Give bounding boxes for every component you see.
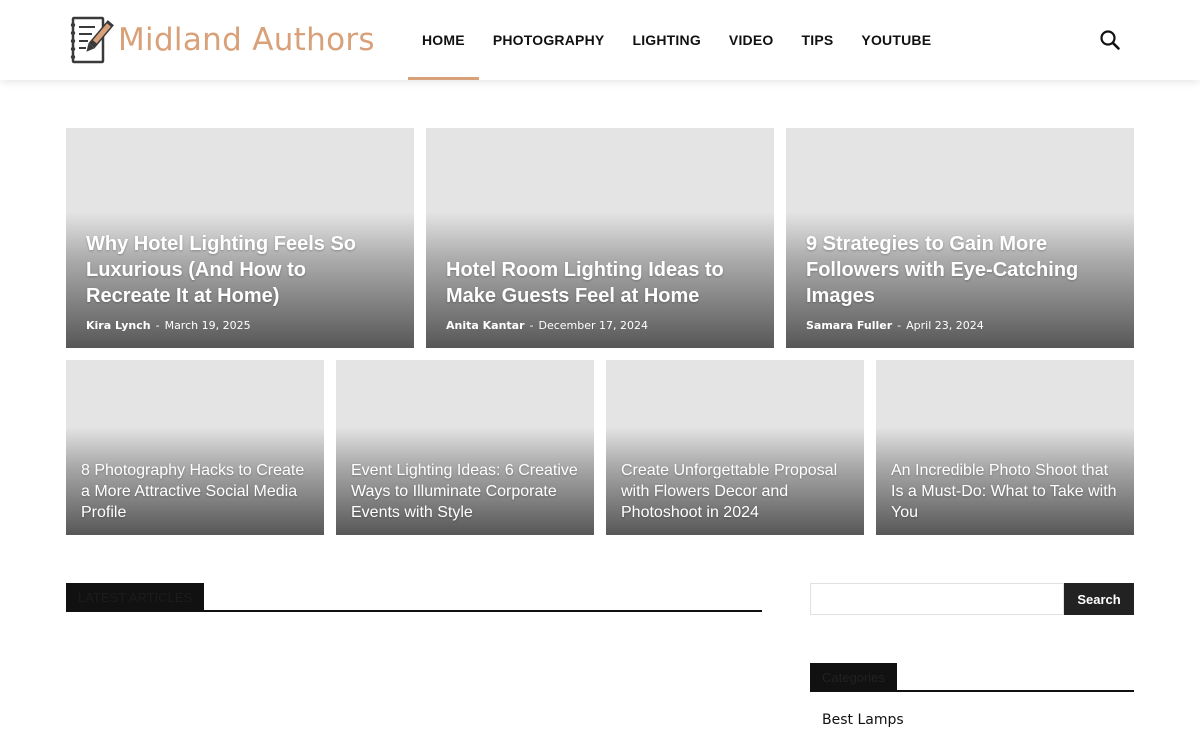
- card-meta: Samara Fuller - April 23, 2024: [806, 319, 1116, 332]
- latest-articles-heading: LATEST ARTICLES: [66, 583, 762, 612]
- card-content: 8 Photography Hacks to Create a More Att…: [81, 460, 310, 523]
- card-author[interactable]: Kira Lynch: [86, 319, 151, 332]
- nav-lighting[interactable]: LIGHTING: [618, 0, 714, 80]
- category-item[interactable]: Best Lamps: [822, 712, 904, 728]
- featured-card[interactable]: Why Hotel Lighting Feels So Luxurious (A…: [66, 128, 414, 348]
- card-title[interactable]: An Incredible Photo Shoot that Is a Must…: [891, 460, 1120, 523]
- site-logo[interactable]: Midland Authors: [68, 14, 375, 66]
- nav-youtube[interactable]: YOUTUBE: [847, 0, 945, 80]
- notebook-pencil-icon: [70, 16, 114, 64]
- meta-separator: -: [155, 319, 160, 332]
- site-name: Midland Authors: [118, 22, 375, 58]
- card-content: Create Unforgettable Proposal with Flowe…: [621, 460, 850, 523]
- latest-articles-label: LATEST ARTICLES: [66, 583, 205, 610]
- card-meta: Kira Lynch - March 19, 2025: [86, 319, 396, 332]
- categories-list: Best Lamps: [822, 712, 904, 728]
- secondary-card[interactable]: Create Unforgettable Proposal with Flowe…: [606, 360, 864, 535]
- card-content: Hotel Room Lighting Ideas to Make Guests…: [446, 257, 756, 332]
- card-content: 9 Strategies to Gain More Followers with…: [806, 231, 1116, 332]
- card-content: An Incredible Photo Shoot that Is a Must…: [891, 460, 1120, 523]
- featured-card[interactable]: Hotel Room Lighting Ideas to Make Guests…: [426, 128, 774, 348]
- sidebar-search-input[interactable]: [810, 583, 1064, 615]
- card-title[interactable]: Create Unforgettable Proposal with Flowe…: [621, 460, 850, 523]
- secondary-card[interactable]: 8 Photography Hacks to Create a More Att…: [66, 360, 324, 535]
- card-content: Why Hotel Lighting Feels So Luxurious (A…: [86, 231, 396, 332]
- meta-separator: -: [529, 319, 534, 332]
- card-title[interactable]: 8 Photography Hacks to Create a More Att…: [81, 460, 310, 523]
- categories-heading: Categories: [810, 663, 1134, 692]
- nav-home[interactable]: HOME: [408, 0, 479, 80]
- card-author[interactable]: Anita Kantar: [446, 319, 525, 332]
- card-title[interactable]: Hotel Room Lighting Ideas to Make Guests…: [446, 257, 756, 309]
- sidebar-search-button[interactable]: Search: [1064, 583, 1134, 615]
- card-author[interactable]: Samara Fuller: [806, 319, 892, 332]
- main-nav: HOME PHOTOGRAPHY LIGHTING VIDEO TIPS YOU…: [408, 0, 945, 80]
- card-meta: Anita Kantar - December 17, 2024: [446, 319, 756, 332]
- nav-video[interactable]: VIDEO: [715, 0, 788, 80]
- card-date: March 19, 2025: [164, 319, 251, 332]
- card-title[interactable]: Event Lighting Ideas: 6 Creative Ways to…: [351, 460, 580, 523]
- site-header: Midland Authors HOME PHOTOGRAPHY LIGHTIN…: [0, 0, 1200, 80]
- categories-label: Categories: [810, 663, 897, 690]
- card-date: December 17, 2024: [538, 319, 649, 332]
- search-icon[interactable]: [1098, 28, 1122, 52]
- nav-tips[interactable]: TIPS: [788, 0, 848, 80]
- card-content: Event Lighting Ideas: 6 Creative Ways to…: [351, 460, 580, 523]
- secondary-card[interactable]: Event Lighting Ideas: 6 Creative Ways to…: [336, 360, 594, 535]
- nav-photography[interactable]: PHOTOGRAPHY: [479, 0, 619, 80]
- card-title[interactable]: Why Hotel Lighting Feels So Luxurious (A…: [86, 231, 396, 309]
- sidebar-search: Search: [810, 583, 1134, 615]
- secondary-card[interactable]: An Incredible Photo Shoot that Is a Must…: [876, 360, 1134, 535]
- card-date: April 23, 2024: [906, 319, 984, 332]
- meta-separator: -: [897, 319, 902, 332]
- card-title[interactable]: 9 Strategies to Gain More Followers with…: [806, 231, 1116, 309]
- featured-card[interactable]: 9 Strategies to Gain More Followers with…: [786, 128, 1134, 348]
